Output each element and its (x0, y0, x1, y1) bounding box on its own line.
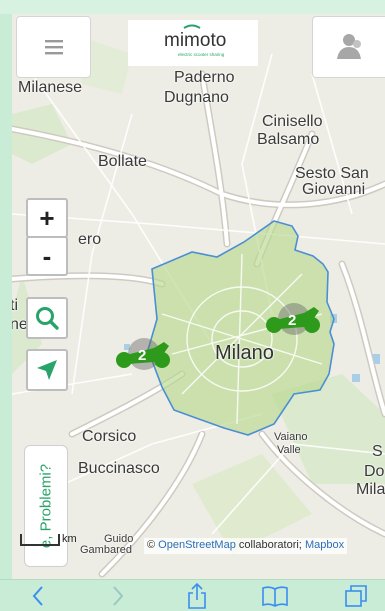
place-label: Cinisello (262, 113, 323, 130)
browser-top-strip (0, 0, 385, 14)
place-label: Valle (277, 444, 301, 456)
place-label: ero (78, 231, 102, 248)
place-label: Corsico (82, 428, 137, 445)
zoom-in-button[interactable]: + (26, 198, 68, 238)
place-label: Dugnano (164, 89, 229, 106)
map-scale-label: km (62, 533, 77, 545)
share-button[interactable] (175, 580, 219, 611)
locate-button[interactable] (26, 349, 68, 391)
place-label: Balsamo (257, 131, 320, 148)
zoom-out-button[interactable]: - (26, 236, 68, 276)
place-label: Vaiano (274, 431, 308, 443)
chevron-right-icon (113, 586, 124, 606)
map-attribution: © OpenStreetMap collaboratori; Mapbox (144, 538, 348, 554)
location-arrow-icon (37, 360, 57, 380)
share-icon (188, 582, 206, 609)
place-label: Giovanni (302, 181, 366, 198)
place-label: Do (364, 463, 385, 480)
openstreetmap-link[interactable]: OpenStreetMap (158, 539, 236, 551)
chevron-left-icon (32, 586, 43, 606)
user-button[interactable] (312, 16, 385, 78)
forward-button[interactable] (96, 580, 140, 611)
scooter-count: 2 (138, 347, 146, 364)
tabs-button[interactable] (334, 580, 378, 611)
place-label: Paderno (174, 69, 235, 86)
map-scale-bar (20, 534, 60, 546)
city-label: Milano (215, 342, 274, 364)
mapbox-link[interactable]: Mapbox (305, 539, 344, 551)
place-label: Milanese (18, 79, 83, 96)
tabs-icon (345, 585, 367, 607)
scooter-cluster[interactable]: 2 (264, 297, 324, 337)
place-label: ti (12, 297, 18, 314)
place-label: Buccinasco (78, 460, 160, 477)
user-icon (337, 34, 361, 59)
attribution-text: collaboratori; (238, 539, 302, 551)
place-label: Bollate (98, 153, 147, 170)
place-label: Gambared (80, 544, 132, 556)
menu-button[interactable] (16, 16, 91, 78)
search-button[interactable] (26, 297, 68, 339)
problems-tab[interactable]: e, Problemi? (24, 445, 68, 567)
logo-tagline: electric scooter sharing (178, 52, 225, 57)
back-button[interactable] (16, 580, 60, 611)
scooter-cluster[interactable]: 2 (114, 332, 174, 372)
attribution-copyright: © (147, 539, 156, 551)
place-label: S (372, 443, 383, 460)
place-label: Mila (356, 481, 385, 498)
bookmarks-button[interactable] (253, 580, 297, 611)
logo-swoosh (183, 24, 201, 29)
hamburger-icon (45, 40, 63, 55)
browser-toolbar (0, 579, 385, 611)
logo-text: mimoto (164, 30, 226, 51)
search-icon (36, 307, 59, 330)
book-icon (262, 586, 288, 607)
scooter-count: 2 (288, 312, 296, 329)
logo: mimoto electric scooter sharing (128, 20, 258, 66)
